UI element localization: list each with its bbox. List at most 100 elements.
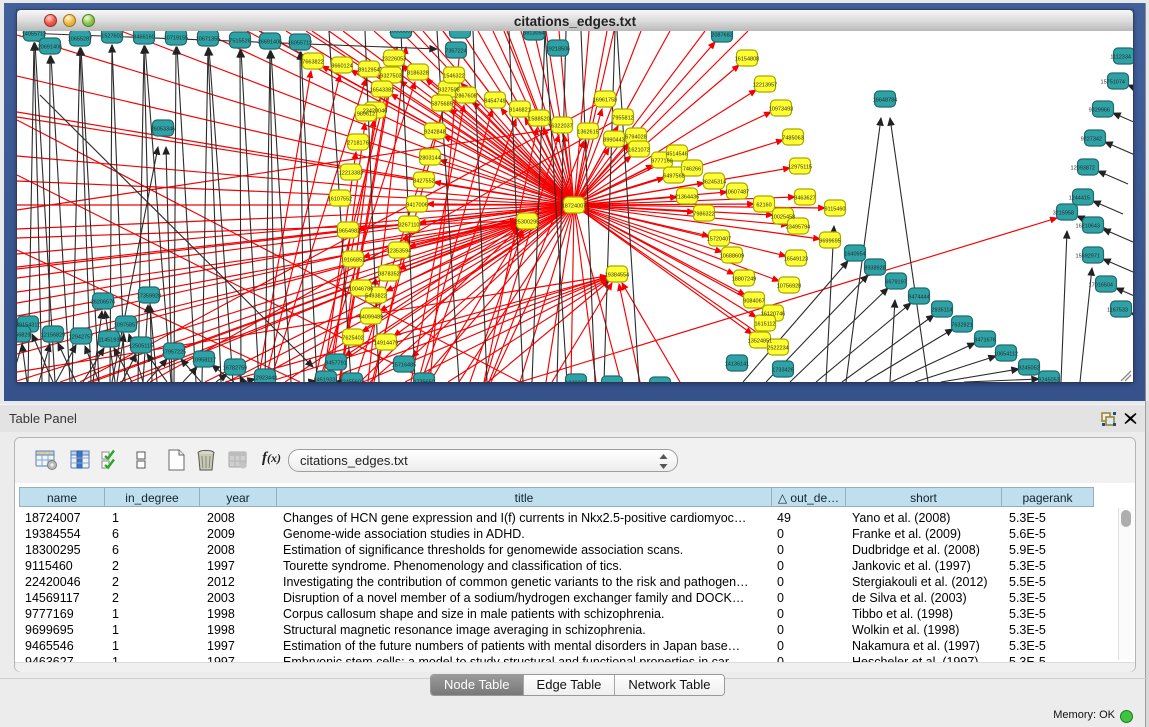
svg-text:12156829: 12156829: [41, 333, 65, 339]
svg-text:16782759: 16782759: [223, 366, 247, 372]
svg-text:9146821: 9146821: [509, 108, 530, 114]
svg-text:9242848: 9242848: [424, 130, 445, 136]
svg-text:16543382: 16543382: [370, 88, 394, 94]
svg-text:12353594: 12353594: [387, 249, 411, 255]
svg-text:7955812: 7955812: [612, 116, 633, 122]
svg-text:6322037: 6322037: [551, 124, 572, 130]
svg-text:746266: 746266: [683, 167, 701, 173]
svg-text:1615112: 1615112: [754, 322, 775, 328]
svg-text:8454749: 8454749: [484, 99, 505, 105]
svg-text:2935114: 2935114: [931, 308, 952, 314]
svg-text:8471676: 8471676: [974, 338, 995, 344]
svg-text:10975857: 10975857: [114, 323, 138, 329]
svg-text:10688609: 10688609: [720, 254, 744, 260]
svg-text:21364436: 21364436: [675, 195, 699, 201]
svg-text:3215958: 3215958: [1053, 211, 1074, 217]
svg-text:64099489: 64099489: [359, 315, 383, 321]
svg-text:26206576: 26206576: [91, 300, 115, 306]
svg-text:7986322: 7986322: [693, 212, 714, 218]
svg-text:9699695: 9699695: [819, 239, 840, 245]
svg-text:12942757: 12942757: [69, 335, 93, 341]
svg-text:1588520: 1588520: [528, 117, 549, 123]
svg-text:989612: 989612: [357, 112, 375, 118]
svg-text:8912954: 8912954: [358, 68, 379, 74]
svg-text:10756928: 10756928: [777, 284, 801, 290]
svg-text:1362615: 1362615: [577, 130, 598, 136]
svg-text:3878352: 3878352: [378, 272, 399, 278]
svg-text:19218506: 19218506: [546, 47, 570, 53]
svg-text:16055712: 16055712: [288, 41, 312, 47]
svg-text:9245053: 9245053: [1038, 378, 1059, 383]
svg-text:2718176: 2718176: [347, 141, 368, 147]
svg-text:8813054: 8813054: [523, 31, 544, 37]
svg-text:6794028: 6794028: [625, 135, 646, 141]
svg-text:10025458: 10025458: [771, 215, 795, 221]
svg-text:25300295: 25300295: [515, 220, 539, 226]
svg-text:17016504: 17016504: [1089, 283, 1113, 289]
svg-text:9457791: 9457791: [325, 361, 346, 367]
svg-text:18807249: 18807249: [732, 277, 756, 283]
svg-text:1733426: 1733426: [772, 368, 793, 374]
svg-text:1621072: 1621072: [628, 148, 649, 154]
svg-text:39154311: 39154311: [17, 323, 40, 329]
svg-text:13524851: 13524851: [748, 339, 772, 345]
svg-text:18724007: 18724007: [562, 204, 586, 210]
svg-text:8186328: 8186328: [407, 71, 428, 77]
svg-text:10958117: 10958117: [192, 358, 216, 364]
svg-text:1527602: 1527602: [101, 34, 122, 40]
svg-text:20691406: 20691406: [38, 45, 62, 51]
svg-text:1167533: 1167533: [1107, 308, 1128, 314]
svg-text:15692971: 15692971: [1076, 254, 1100, 260]
svg-text:16120746: 16120746: [761, 312, 785, 318]
svg-text:16107552: 16107552: [328, 197, 352, 203]
svg-text:10046786: 10046786: [349, 287, 373, 293]
svg-text:4735650: 4735650: [413, 380, 434, 383]
svg-text:9777169: 9777169: [651, 159, 672, 165]
svg-text:14519331: 14519331: [314, 378, 338, 383]
svg-text:7485063: 7485063: [782, 136, 803, 142]
svg-text:2522234: 2522234: [767, 346, 788, 352]
svg-text:14914479: 14914479: [374, 341, 398, 347]
svg-text:15720407: 15720407: [707, 237, 731, 243]
svg-text:9227342: 9227342: [1081, 137, 1102, 143]
svg-text:10655287: 10655287: [68, 37, 92, 43]
svg-text:9329966: 9329966: [1089, 108, 1110, 114]
svg-text:14136141: 14136141: [725, 362, 749, 368]
svg-text:9417006: 9417006: [406, 203, 427, 209]
svg-text:23495794: 23495794: [786, 225, 810, 231]
svg-text:17359928: 17359928: [137, 294, 161, 300]
svg-text:16549123: 16549123: [784, 257, 808, 263]
svg-text:26053346: 26053346: [151, 127, 175, 133]
svg-text:1112334: 1112334: [1110, 55, 1131, 61]
svg-text:26691406: 26691406: [258, 40, 282, 46]
svg-text:12213957: 12213957: [753, 83, 777, 89]
svg-text:16961758: 16961758: [593, 98, 617, 104]
svg-text:7632821: 7632821: [951, 323, 972, 329]
svg-text:1839221: 1839221: [565, 381, 586, 383]
svg-text:19384554: 19384554: [605, 273, 629, 279]
svg-text:4514546: 4514546: [666, 152, 687, 158]
svg-text:2803144: 2803144: [419, 156, 440, 162]
svg-text:5493822: 5493822: [365, 294, 386, 300]
svg-text:12505115: 12505115: [129, 344, 153, 350]
svg-text:12213383: 12213383: [339, 171, 363, 177]
svg-text:14055712: 14055712: [22, 32, 46, 38]
svg-text:1640954: 1640954: [844, 252, 865, 258]
svg-text:5875685: 5875685: [431, 102, 452, 108]
svg-text:10671355: 10671355: [196, 37, 220, 43]
svg-text:15716485: 15716485: [392, 363, 416, 369]
svg-text:9245052: 9245052: [1018, 366, 1039, 372]
svg-text:17957225: 17957225: [162, 350, 186, 356]
svg-text:1546322: 1546322: [443, 74, 464, 80]
svg-text:62160: 62160: [756, 203, 771, 209]
svg-text:7663822: 7663822: [302, 60, 323, 66]
svg-text:10654112: 10654112: [994, 352, 1018, 358]
svg-text:10973493: 10973493: [769, 107, 793, 113]
svg-text:2867608: 2867608: [455, 94, 476, 100]
svg-text:19166852: 19166852: [341, 258, 365, 264]
svg-text:7357224: 7357224: [445, 49, 466, 55]
svg-text:9115460: 9115460: [824, 207, 845, 213]
svg-text:8990443: 8990443: [603, 138, 624, 144]
svg-text:9474444: 9474444: [908, 295, 929, 301]
svg-text:10719155: 10719155: [164, 36, 188, 42]
